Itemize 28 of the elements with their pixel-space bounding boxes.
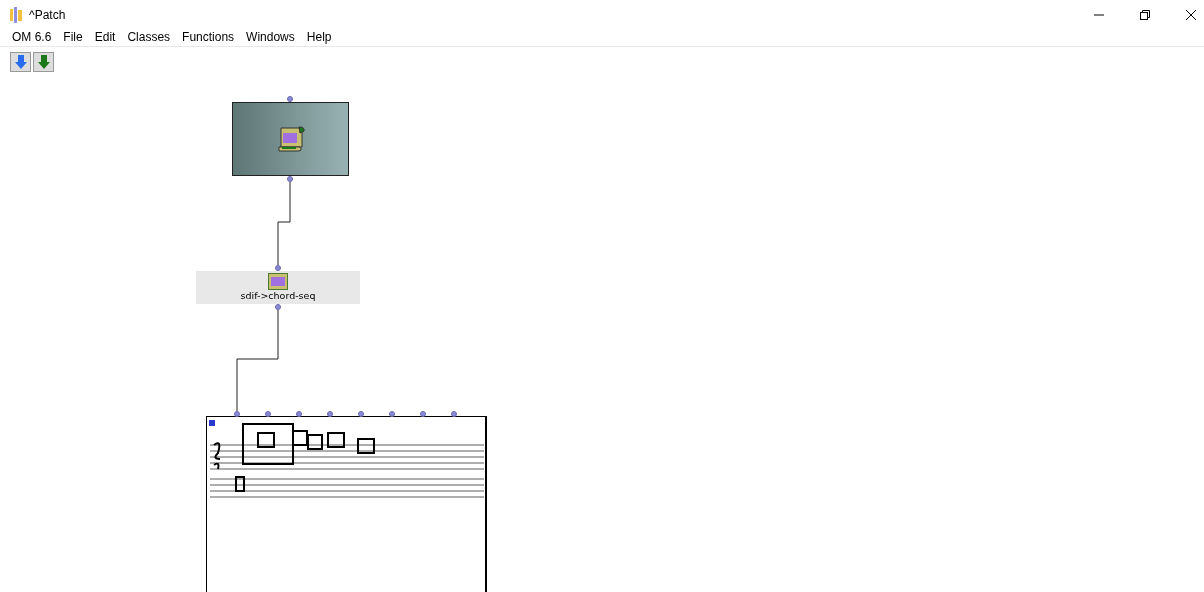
connection-port[interactable] — [358, 411, 364, 417]
connection-port[interactable] — [389, 411, 395, 417]
sdif-file-box[interactable] — [232, 102, 349, 176]
scroll-icon — [275, 125, 306, 153]
connection-port[interactable] — [420, 411, 426, 417]
connection-port[interactable] — [234, 411, 240, 417]
menu-item[interactable]: Edit — [88, 30, 122, 46]
menu-item[interactable]: OM 6.6 — [6, 30, 58, 46]
connection-port[interactable] — [451, 411, 457, 417]
function-box[interactable]: sdif->chord-seq — [196, 271, 360, 304]
connection-port[interactable] — [296, 411, 302, 417]
menu-item[interactable]: Functions — [176, 30, 241, 46]
sdif-icon — [268, 273, 288, 290]
score-box[interactable] — [206, 416, 487, 592]
connection-port[interactable] — [327, 411, 333, 417]
send-down-button[interactable] — [33, 52, 54, 72]
window-title: ^Patch — [29, 8, 66, 22]
connection-line[interactable] — [277, 181, 291, 266]
connection-port[interactable] — [265, 411, 271, 417]
menu-item[interactable]: Windows — [240, 30, 301, 46]
move-down-button[interactable] — [10, 52, 31, 72]
menu-item[interactable]: Classes — [121, 30, 177, 46]
restore-icon[interactable] — [1140, 10, 1150, 20]
close-icon[interactable] — [1186, 10, 1196, 20]
app-icon — [9, 7, 23, 23]
menu-item[interactable]: Help — [300, 30, 338, 46]
menu-item[interactable]: File — [57, 30, 89, 46]
function-label: sdif->chord-seq — [240, 290, 316, 301]
